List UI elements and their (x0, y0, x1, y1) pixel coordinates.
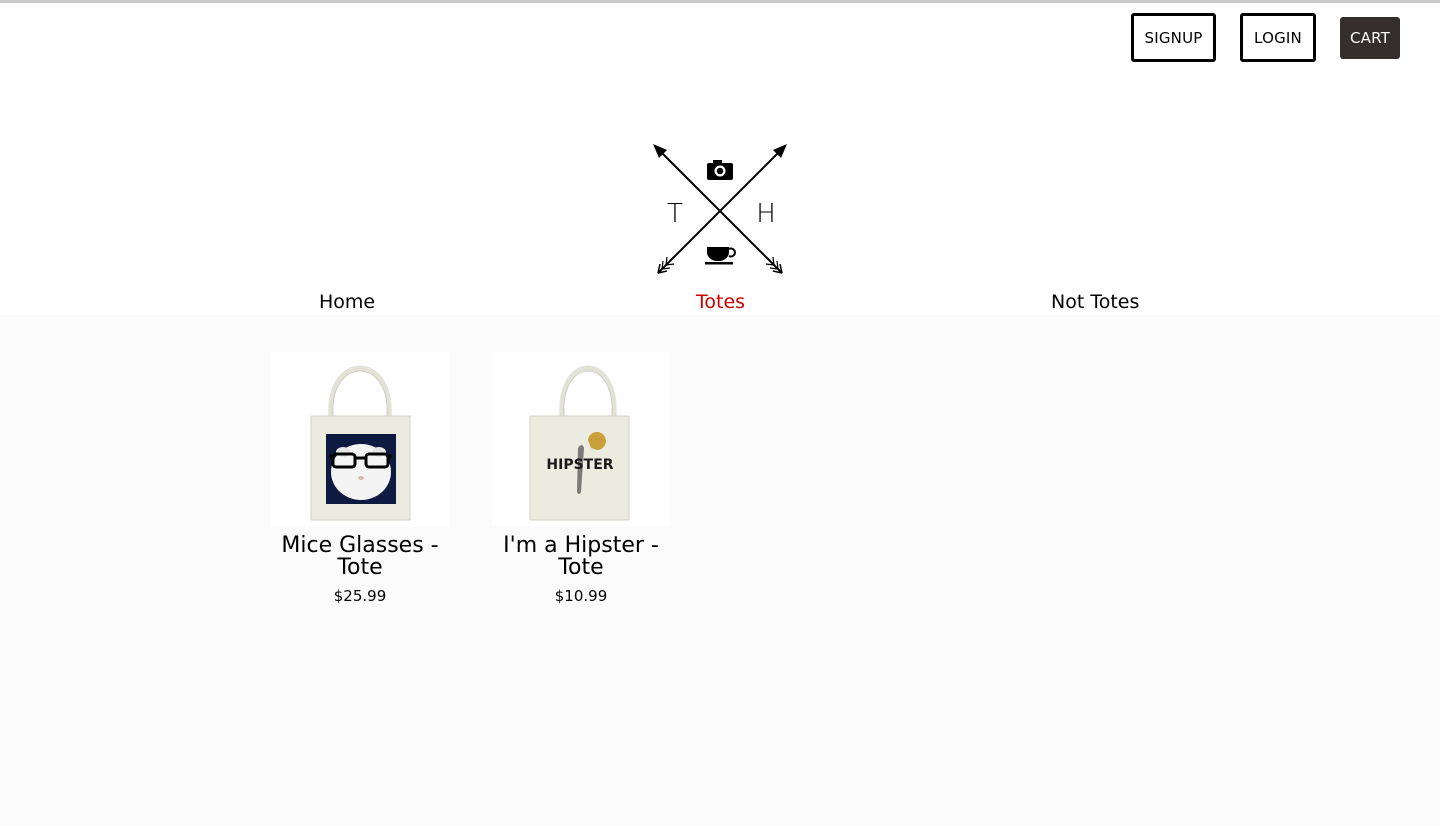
coffee-cup-icon (705, 247, 736, 265)
product-price: $25.99 (333, 587, 387, 605)
camera-icon (707, 160, 733, 180)
product-price: $10.99 (554, 587, 608, 605)
product-image[interactable] (271, 352, 449, 527)
site-logo[interactable]: T H (650, 141, 790, 281)
nav-not-totes[interactable]: Not Totes (1051, 291, 1139, 313)
hipster-print-text: HIPSTER (546, 457, 613, 473)
nav-home[interactable]: Home (319, 291, 375, 313)
cart-button[interactable]: CART (1340, 17, 1400, 59)
product-name[interactable]: Mice Glasses - Tote (271, 535, 449, 579)
signup-button[interactable]: SIGNUP (1131, 13, 1216, 62)
product-image[interactable]: HIPSTER (492, 352, 670, 527)
nav-totes[interactable]: Totes (696, 291, 745, 313)
product-card[interactable]: Mice Glasses - Tote $25.99 (271, 352, 449, 605)
product-grid: Mice Glasses - Tote $25.99 HIPSTER I'm a… (0, 315, 1440, 826)
site-header: SIGNUP LOGIN CART T H Home Totes Not Tot… (0, 3, 1440, 315)
logo-letter-t: T (667, 199, 683, 229)
logo-letter-h: H (756, 199, 776, 229)
product-name[interactable]: I'm a Hipster - Tote (492, 535, 670, 579)
product-card[interactable]: HIPSTER I'm a Hipster - Tote $10.99 (492, 352, 670, 605)
login-button[interactable]: LOGIN (1240, 13, 1316, 62)
